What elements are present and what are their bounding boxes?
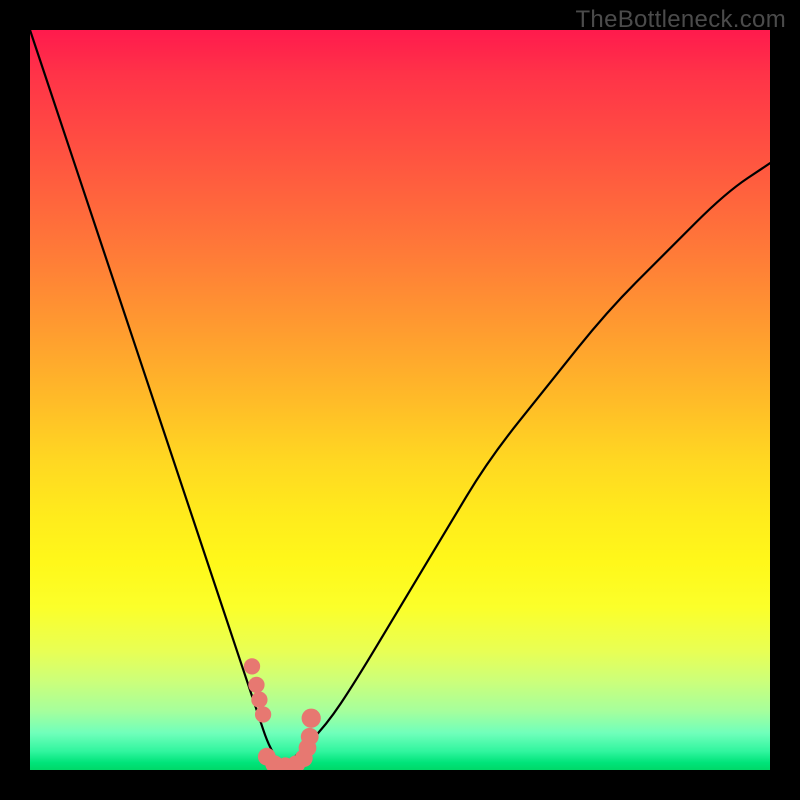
plot-area bbox=[30, 30, 770, 770]
watermark-text: TheBottleneck.com bbox=[575, 6, 786, 34]
knot-top-left-c bbox=[255, 706, 271, 722]
knot-top-right bbox=[302, 709, 321, 728]
knot-bottom-7 bbox=[301, 728, 319, 746]
marker-group bbox=[244, 658, 321, 770]
chart-frame: TheBottleneck.com bbox=[0, 0, 800, 800]
curve-right-branch bbox=[282, 163, 770, 770]
knot-top-left-a bbox=[248, 677, 264, 693]
knot-top-left bbox=[244, 658, 260, 674]
knot-top-left-b bbox=[251, 692, 267, 708]
curve-group bbox=[30, 30, 770, 770]
chart-svg bbox=[30, 30, 770, 770]
curve-left-branch bbox=[30, 30, 282, 770]
